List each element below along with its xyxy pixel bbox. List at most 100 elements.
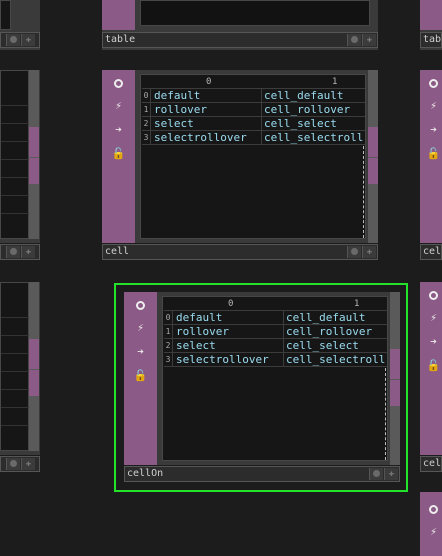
node-cell-sidebar: ⚡ ➔ 🔓 <box>102 70 135 243</box>
cooking-icon[interactable]: 🔓 <box>132 367 149 384</box>
table-row[interactable]: 1 rollover cell_rollover <box>164 325 387 339</box>
row-index: 0 <box>164 311 173 324</box>
node-name-label[interactable]: cellOn <box>125 467 357 481</box>
table-header: 0 1 <box>164 298 387 311</box>
display-icon[interactable]: ➔ <box>425 333 442 350</box>
table-row[interactable]: 0 default cell_default <box>142 89 365 103</box>
expand-button[interactable]: ✚ <box>21 246 35 258</box>
node-table[interactable]: table ✚ <box>102 0 378 50</box>
expand-button[interactable]: ✚ <box>362 34 376 46</box>
viewer-active-icon[interactable] <box>132 296 149 313</box>
table-cell[interactable]: default <box>152 89 262 102</box>
viewer-toggle-button[interactable] <box>6 246 20 258</box>
node-cell-table[interactable]: 0 1 0 default cell_default 1 rollover ce… <box>142 76 365 238</box>
table-cell[interactable]: default <box>174 311 284 324</box>
scroll-thumb[interactable] <box>29 339 39 369</box>
expand-button[interactable]: ✚ <box>21 458 35 470</box>
table-row[interactable]: 2 select cell_select <box>142 117 365 131</box>
scroll-thumb[interactable] <box>29 158 39 184</box>
node-table-sidebar <box>102 0 135 30</box>
expand-button[interactable]: ✚ <box>362 246 376 258</box>
table-cell[interactable]: cell_select <box>262 117 365 130</box>
viewer-toggle-button[interactable] <box>6 458 20 470</box>
scroll-thumb[interactable] <box>368 158 378 184</box>
table-cell[interactable]: cell_default <box>284 311 387 324</box>
node-table-viewer <box>140 0 370 26</box>
table-row[interactable]: 2 select cell_select <box>164 339 387 353</box>
node-name-label[interactable]: tabl <box>421 33 442 47</box>
viewer-active-icon[interactable] <box>425 286 442 303</box>
table-cell[interactable]: cell_selectroll <box>284 353 387 366</box>
right-node-mid[interactable]: ⚡ ➔ 🔓 <box>420 70 442 243</box>
table-row[interactable]: 3 selectrollover cell_selectroll <box>164 353 387 367</box>
left-node-bot[interactable] <box>0 282 40 455</box>
left-node-top[interactable]: ✚ <box>0 0 40 50</box>
expand-button[interactable]: ✚ <box>384 468 398 480</box>
viewer-dot-icon <box>10 248 17 255</box>
display-icon[interactable]: ➔ <box>425 121 442 138</box>
viewer-active-icon[interactable] <box>425 500 442 517</box>
table-row[interactable]: 3 selectrollover cell_selectroll <box>142 131 365 145</box>
node-cell[interactable]: ⚡ ➔ 🔓 0 1 0 default cell_default 1 rollo… <box>102 70 378 243</box>
node-name-label[interactable]: cel <box>421 457 442 471</box>
table-cell[interactable]: rollover <box>152 103 262 116</box>
right-node-bottom-edge-sidebar: ⚡ <box>420 492 442 556</box>
scroll-thumb[interactable] <box>29 370 39 396</box>
cooking-icon[interactable]: 🔓 <box>425 145 442 162</box>
column-header-0: 0 <box>206 77 212 87</box>
table-edge-marker <box>363 146 364 238</box>
table-cell[interactable]: select <box>152 117 262 130</box>
display-icon[interactable]: ➔ <box>132 343 149 360</box>
plus-icon: ✚ <box>25 35 32 45</box>
viewer-active-icon[interactable] <box>425 74 442 91</box>
scroll-thumb[interactable] <box>390 349 400 379</box>
bypass-icon[interactable]: ⚡ <box>425 309 442 326</box>
table-cell[interactable]: select <box>174 339 284 352</box>
display-icon[interactable]: ➔ <box>110 121 127 138</box>
bypass-icon[interactable]: ⚡ <box>425 97 442 114</box>
scroll-thumb[interactable] <box>29 127 39 157</box>
table-row[interactable]: 0 default cell_default <box>164 311 387 325</box>
cooking-icon[interactable]: 🔓 <box>110 145 127 162</box>
table-edge-marker <box>385 368 386 460</box>
scroll-thumb[interactable] <box>368 127 378 157</box>
table-cell[interactable]: cell_selectroll <box>262 131 365 144</box>
bypass-icon[interactable]: ⚡ <box>425 523 442 540</box>
table-cell[interactable]: selectrollover <box>174 353 284 366</box>
table-cell[interactable]: rollover <box>174 325 284 338</box>
table-cell[interactable]: cell_select <box>284 339 387 352</box>
left-node-bot-footer: ✚ <box>0 456 40 472</box>
cooking-icon[interactable]: 🔓 <box>425 357 442 374</box>
row-index: 3 <box>142 131 151 144</box>
expand-button[interactable]: ✚ <box>21 34 35 46</box>
left-node-bot-scrollbar[interactable] <box>29 282 39 451</box>
bypass-icon[interactable]: ⚡ <box>132 319 149 336</box>
viewer-toggle-button[interactable] <box>347 34 361 46</box>
viewer-toggle-button[interactable] <box>6 34 20 46</box>
right-node-bottom-edge[interactable]: ⚡ <box>420 492 442 556</box>
viewer-toggle-button[interactable] <box>347 246 361 258</box>
table-row[interactable]: 1 rollover cell_rollover <box>142 103 365 117</box>
scroll-thumb[interactable] <box>390 380 400 406</box>
table-cell[interactable]: cell_rollover <box>284 325 387 338</box>
table-cell[interactable]: cell_rollover <box>262 103 365 116</box>
node-name-label[interactable]: cell <box>103 245 335 259</box>
right-node-bot[interactable]: ⚡ ➔ 🔓 <box>420 282 442 455</box>
node-cell-scrollbar[interactable] <box>368 70 378 243</box>
left-node-mid-scrollbar[interactable] <box>29 70 39 239</box>
node-name-label[interactable]: cel <box>421 245 442 259</box>
node-cellOn-scrollbar[interactable] <box>390 292 400 465</box>
node-cellOn[interactable]: ⚡ ➔ 🔓 0 1 0 default cell_default 1 rollo… <box>124 292 400 465</box>
table-cell[interactable]: selectrollover <box>152 131 262 144</box>
bypass-icon[interactable]: ⚡ <box>110 97 127 114</box>
viewer-active-icon[interactable] <box>110 74 127 91</box>
viewer-dot-icon <box>373 470 380 477</box>
node-cellOn-table[interactable]: 0 1 0 default cell_default 1 rollover ce… <box>164 298 387 460</box>
viewer-toggle-button[interactable] <box>369 468 383 480</box>
table-cell[interactable]: cell_default <box>262 89 365 102</box>
node-name-label[interactable]: table <box>103 33 335 47</box>
row-index: 2 <box>142 117 151 130</box>
column-header-0: 0 <box>228 299 234 309</box>
right-node-top[interactable]: tabl <box>420 0 442 50</box>
left-node-mid[interactable] <box>0 70 40 243</box>
